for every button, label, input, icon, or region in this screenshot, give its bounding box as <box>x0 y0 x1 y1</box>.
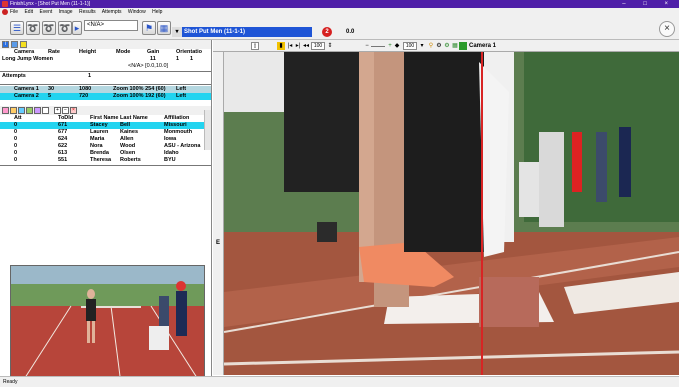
search-icon[interactable]: ⚲ <box>427 42 435 50</box>
menu-image[interactable]: Image <box>59 9 73 15</box>
previous-event-icon[interactable]: ➰ <box>42 21 56 35</box>
table-row[interactable]: 0 677 Lauren Kaines Monmouth <box>0 129 211 136</box>
frame-stepper-icon[interactable]: ⇕ <box>326 42 334 50</box>
divider <box>0 84 211 85</box>
minus-icon[interactable]: − <box>62 107 69 114</box>
app-icon <box>2 1 8 7</box>
na-dropdown[interactable]: <N/A> <box>84 20 138 31</box>
event-selector[interactable]: ▾ Shot Put Men (11-1-1) <box>172 27 312 37</box>
zoom-dropdown-icon[interactable]: ▾ <box>418 42 426 50</box>
thumbnail-scene <box>11 266 204 382</box>
settings-icon[interactable] <box>11 41 18 48</box>
capture-icon[interactable]: ▸ <box>72 21 82 35</box>
next-event-icon[interactable]: ➰ <box>58 21 72 35</box>
athlete-tool-icon[interactable] <box>10 107 17 114</box>
menu-edit[interactable]: Edit <box>24 9 33 15</box>
zoom-out-icon[interactable]: − <box>363 42 371 50</box>
flag-icon[interactable]: ⚑ <box>142 21 156 35</box>
event-number-badge[interactable]: 2 <box>322 27 332 37</box>
video-toolbar: ▯ ▮ |◂ ▸| ◂◂ 100 ⇕ − + ◆ 100 ▾ ⚲ ⚙ ⚙ ▦ C… <box>213 40 679 52</box>
info-icon[interactable]: i <box>2 41 9 48</box>
video-scene <box>224 52 679 375</box>
event-grid: Camera Rate Height Mode Gain Orientatio … <box>0 49 211 100</box>
camera-row[interactable]: Camera 1 30 1080 Zoom 100% 254 (60) Left <box>0 86 211 93</box>
close-button[interactable]: × <box>659 21 675 37</box>
table-row[interactable]: 0 613 Brenda Olsen Idaho <box>0 150 211 157</box>
divider <box>0 165 211 166</box>
zoom-indicator-icon: ◆ <box>394 43 400 49</box>
main-toolbar: ☰ ➰ ➰ ➰ ▸ <N/A> ⚑ ▦ ▾ Shot Put Men (11-1… <box>0 16 679 40</box>
athlete-tool-icon[interactable] <box>42 107 49 114</box>
view-toggle[interactable]: ▯ <box>251 42 259 50</box>
athlete-toolbar: + − × <box>0 106 211 115</box>
title-bar: FinishLynx - [Shot Put Men (11-1-1)] – □… <box>0 0 679 8</box>
menu-window[interactable]: Window <box>128 9 146 15</box>
athlete-table-header: Att ToDId First Name Last Name Affiliati… <box>14 115 190 121</box>
settings-icon[interactable]: ⚙ <box>435 42 443 50</box>
app-menu-icon[interactable] <box>2 9 8 15</box>
time-readout: 0.0 <box>346 29 355 35</box>
capture-icon[interactable]: ▮ <box>277 42 285 50</box>
pane-splitter[interactable]: E <box>213 52 224 375</box>
athlete-tool-icon[interactable] <box>2 107 9 114</box>
grid-icon[interactable]: ▦ <box>451 42 459 50</box>
status-bar: Ready <box>0 376 679 387</box>
camera-row-selected[interactable]: Camera 2 5 720 Zoom 100% 192 (60) Left <box>0 93 211 100</box>
menu-attempts[interactable]: Attempts <box>102 9 122 15</box>
athlete-tool-icon[interactable] <box>26 107 33 114</box>
highlight-icon[interactable] <box>20 41 27 48</box>
plus-icon[interactable]: + <box>54 107 61 114</box>
camera-label: Camera 1 <box>469 43 497 49</box>
window-title: FinishLynx - [Shot Put Men (11-1-1)] <box>10 1 91 7</box>
vertical-scrollbar[interactable] <box>204 110 211 150</box>
camera-video-view[interactable] <box>224 52 679 375</box>
zoom-slider[interactable] <box>371 46 385 47</box>
window-controls[interactable]: – □ × <box>622 0 676 8</box>
step-back-icon[interactable]: |◂ <box>286 42 294 50</box>
menu-results[interactable]: Results <box>79 9 96 15</box>
table-row[interactable]: 0 622 Nora Wood ASU - Arizona <box>0 143 211 150</box>
attempts-row[interactable]: Attempts 1 <box>0 73 211 80</box>
menu-help[interactable]: Help <box>152 9 162 15</box>
splitter-label: E <box>216 240 221 246</box>
rewind-icon[interactable]: ◂◂ <box>302 42 310 50</box>
event-grid-header: Camera Rate Height Mode Gain Orientatio <box>14 49 202 55</box>
delete-icon[interactable]: × <box>70 107 77 114</box>
event-dropdown-icon[interactable]: ▾ <box>172 27 182 37</box>
event-row[interactable]: Long Jump Women 11 1 1 <box>0 56 211 63</box>
menu-event[interactable]: Event <box>39 9 52 15</box>
athlete-table: Att ToDId First Name Last Name Affiliati… <box>0 115 211 166</box>
left-pane: i Camera Rate Height Mode Gain Orientati… <box>0 40 212 387</box>
camera-settings-icon[interactable]: ⚙ <box>443 42 451 50</box>
athlete-tool-icon[interactable] <box>34 107 41 114</box>
camera-status-icon[interactable] <box>459 42 467 50</box>
camera-thumbnail[interactable] <box>10 265 205 383</box>
table-row[interactable]: 0 551 Theresa Roberts BYU <box>0 157 211 164</box>
event-grid-toolbar: i <box>0 40 211 49</box>
divider <box>0 71 211 72</box>
athlete-tool-icon[interactable] <box>18 107 25 114</box>
table-icon[interactable]: ▦ <box>157 21 171 35</box>
table-row-selected[interactable]: 0 671 Stacey Bell Missouri <box>0 122 211 129</box>
status-text: Ready <box>3 379 18 385</box>
table-row[interactable]: 0 624 Maria Allen Iowa <box>0 136 211 143</box>
menu-bar: File Edit Event Image Results Attempts W… <box>0 8 679 16</box>
new-event-icon[interactable]: ☰ <box>10 21 24 35</box>
menu-file[interactable]: File <box>10 9 18 15</box>
open-event-icon[interactable]: ➰ <box>26 21 40 35</box>
play-icon[interactable]: ▸| <box>294 42 302 50</box>
zoom-input[interactable]: 100 <box>403 42 417 50</box>
range-row: <N/A> [0.0,10.0] <box>128 63 169 69</box>
frame-input[interactable]: 100 <box>311 42 325 50</box>
